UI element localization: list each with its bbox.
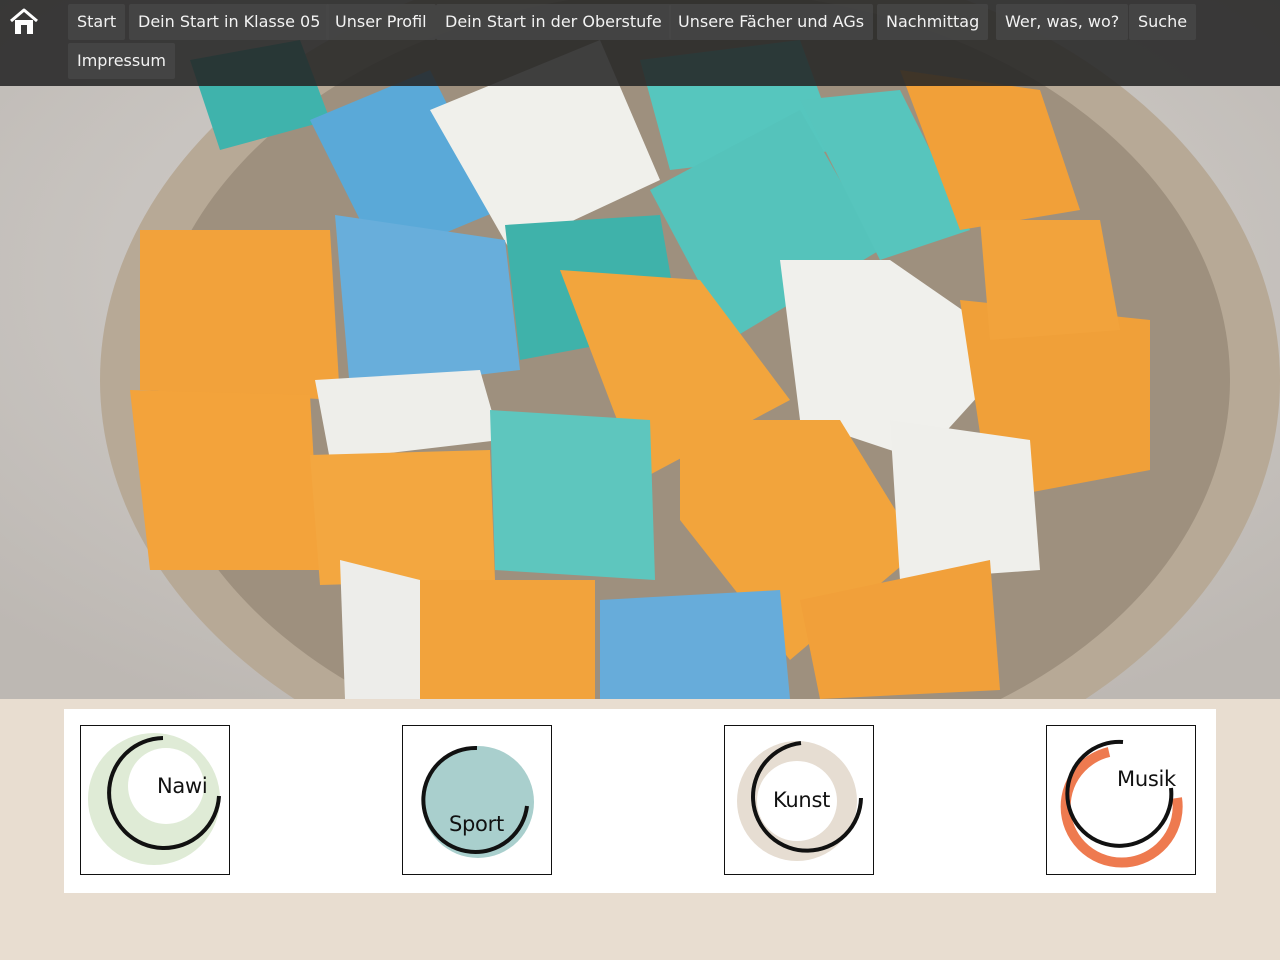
nawi-logo-icon (88, 733, 221, 865)
profile-card-musik[interactable]: Musik (1046, 725, 1196, 875)
nav-item-wer-was-wo[interactable]: Wer, was, wo? (996, 4, 1129, 40)
profile-card-label: Nawi (157, 774, 208, 798)
nav-item-start[interactable]: Start (68, 4, 126, 40)
nav-item-faecher-ags[interactable]: Unsere Fächer und AGs (669, 4, 874, 40)
sport-logo-icon (421, 745, 534, 858)
nav-item-unser-profil[interactable]: Unser Profil (326, 4, 436, 40)
nav-item-nachmittag[interactable]: Nachmittag (877, 4, 989, 40)
top-navigation: Start Dein Start in Klasse 05 Unser Prof… (0, 0, 1280, 86)
musik-logo-icon (1060, 739, 1183, 868)
hero-image (0, 0, 1280, 699)
profile-card-label: Kunst (773, 788, 831, 812)
profile-card-kunst[interactable]: Kunst (724, 725, 874, 875)
nav-item-suche[interactable]: Suche (1129, 4, 1197, 40)
profile-card-label: Musik (1117, 767, 1176, 791)
profile-card-sport[interactable]: Sport (402, 725, 552, 875)
nav-item-impressum[interactable]: Impressum (68, 43, 175, 79)
profile-card-strip: Nawi Sport Kunst Musik (64, 709, 1216, 893)
nav-item-start-oberstufe[interactable]: Dein Start in der Oberstufe (436, 4, 671, 40)
nav-item-start-klasse-05[interactable]: Dein Start in Klasse 05 (129, 4, 330, 40)
profile-card-label: Sport (449, 812, 504, 836)
profile-card-nawi[interactable]: Nawi (80, 725, 230, 875)
home-icon[interactable] (8, 6, 40, 38)
